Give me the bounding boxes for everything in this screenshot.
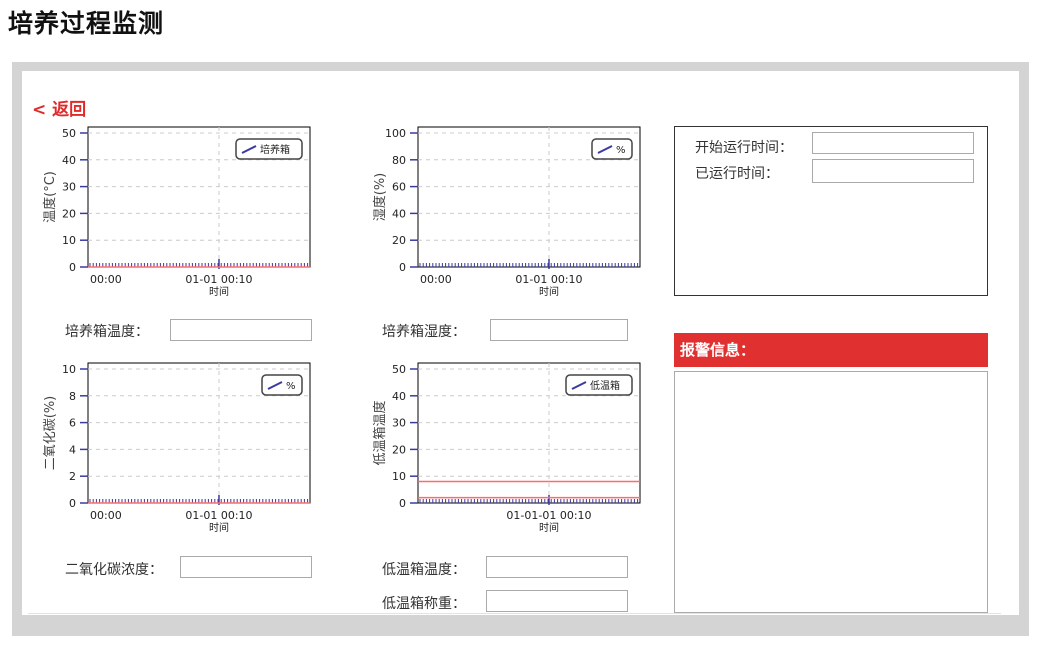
start-time-field[interactable] [812, 132, 974, 154]
low-temp-box-temp-label: 低温箱温度： [382, 562, 466, 578]
low-temp-box-weight-field[interactable] [486, 590, 628, 612]
x-tick-label: 00:00 [90, 509, 122, 522]
co2-concentration-field[interactable] [180, 556, 312, 578]
run-status-panel: 开始运行时间： 已运行时间： [674, 126, 988, 296]
incubator-temp-field[interactable] [170, 319, 312, 341]
y-tick-label: 4 [69, 443, 76, 456]
y-tick-label: 0 [399, 261, 406, 274]
y-tick-label: 6 [69, 417, 76, 430]
co2-concentration-label: 二氧化碳浓度： [65, 562, 163, 578]
y-axis-label: 温度(°C) [42, 171, 58, 223]
x-tick-label: 01-01 00:10 [185, 273, 252, 286]
y-tick-label: 80 [392, 154, 406, 167]
y-tick-label: 50 [62, 127, 76, 140]
y-tick-label: 2 [69, 470, 76, 483]
y-tick-label: 100 [385, 127, 406, 140]
legend-label: 培养箱 [260, 143, 290, 156]
y-tick-label: 50 [392, 363, 406, 376]
x-tick-label: 00:00 [420, 273, 452, 286]
y-tick-label: 20 [392, 443, 406, 456]
x-tick-label: 01-01 00:10 [185, 509, 252, 522]
y-axis-label: 低温箱温度 [372, 400, 388, 465]
x-tick-label: 01-01 00:10 [515, 273, 582, 286]
y-tick-label: 10 [62, 363, 76, 376]
x-axis-label: 时间 [209, 521, 229, 534]
chart-low-temp-box: 50 40 30 20 10 0 01-01-01 00:10时间 低温箱温度 低温箱 [372, 362, 641, 534]
chart-humidity: 100 80 60 40 20 0 00:00 01-01 00:10时间 湿度(%)% [372, 126, 641, 298]
y-axis-label: 湿度(%) [372, 173, 388, 222]
elapsed-time-field[interactable] [812, 159, 974, 183]
legend-box [261, 374, 303, 396]
y-tick-label: 30 [392, 417, 406, 430]
legend-label: % [616, 145, 626, 156]
legend-box [591, 138, 633, 160]
y-tick-label: 0 [399, 497, 406, 510]
y-tick-label: 40 [62, 154, 76, 167]
y-tick-label: 20 [392, 234, 406, 247]
y-tick-label: 20 [62, 207, 76, 220]
low-temp-box-temp-field[interactable] [486, 556, 628, 578]
x-axis-label: 时间 [539, 521, 559, 534]
chart-incubator-temperature: 50 40 30 20 10 0 00:00 01-01 00:10时间 温度(°C) 培养箱 [42, 126, 311, 298]
back-link[interactable]: < 返回 [32, 95, 86, 120]
page-title: 培养过程监测 [8, 9, 165, 38]
legend-label: % [286, 381, 296, 392]
y-tick-label: 10 [62, 234, 76, 247]
y-tick-label: 40 [392, 390, 406, 403]
y-tick-label: 0 [69, 261, 76, 274]
x-axis-label: 时间 [209, 285, 229, 298]
start-time-label: 开始运行时间： [695, 140, 793, 156]
x-tick-label: 00:00 [90, 273, 122, 286]
y-tick-label: 60 [392, 181, 406, 194]
divider [28, 613, 1001, 614]
y-tick-label: 40 [392, 207, 406, 220]
x-axis-label: 时间 [539, 285, 559, 298]
x-tick-label: 01-01-01 00:10 [506, 509, 591, 522]
y-axis-label: 二氧化碳(%) [43, 396, 58, 471]
y-tick-label: 8 [69, 390, 76, 403]
y-tick-label: 30 [62, 181, 76, 194]
alarm-message-list[interactable] [674, 371, 988, 613]
incubator-humidity-field[interactable] [490, 319, 628, 341]
incubator-humidity-label: 培养箱湿度： [382, 324, 466, 340]
monitor-panel: < 返回 50 40 30 20 10 0 00:00 01-01 00:10 时间 温度(°C)… [22, 71, 1019, 615]
low-temp-box-weight-label: 低温箱称重： [382, 596, 466, 612]
legend-label: 低温箱 [590, 379, 620, 392]
y-tick-label: 0 [69, 497, 76, 510]
chart-co2: 10 8 6 4 2 0 00:00 01-01 00:10时间 二氧化碳(%)% [43, 362, 311, 534]
y-tick-label: 10 [392, 470, 406, 483]
alarm-header: 报警信息： [674, 333, 988, 367]
incubator-temp-label: 培养箱温度： [65, 324, 149, 340]
elapsed-time-label: 已运行时间： [695, 166, 779, 182]
